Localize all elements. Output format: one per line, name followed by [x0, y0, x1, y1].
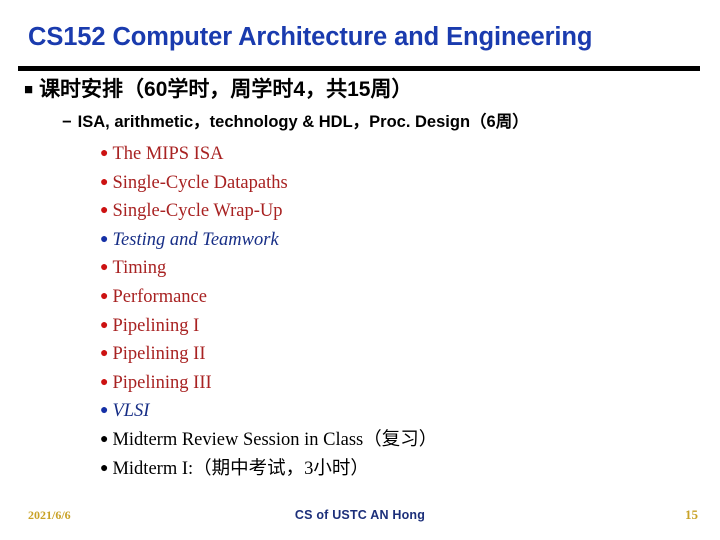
footer-course-label: CS of USTC AN Hong [294, 508, 426, 522]
list-item-label: Pipelining III [112, 372, 212, 393]
outline-level1-item: ■ 课时安排（60学时，周学时4，共15周） [24, 76, 720, 104]
round-bullet-icon: ● [100, 288, 109, 304]
list-item: ● Testing and Teamwork [100, 226, 720, 255]
round-bullet-icon: ● [100, 346, 109, 362]
round-bullet-icon: ● [100, 374, 109, 390]
list-item-label: Performance [112, 286, 207, 307]
list-item-label: Single-Cycle Wrap-Up [112, 201, 283, 222]
list-item: ● Midterm Review Session in Class（复习） [100, 426, 720, 455]
slide-body: ■ 课时安排（60学时，周学时4，共15周） − ISA, arithmetic… [0, 76, 720, 483]
list-item-label: The MIPS ISA [112, 144, 224, 164]
list-item-label: VLSI [112, 401, 150, 422]
list-item-label: Testing and Teamwork [112, 229, 279, 250]
outline-level2-item: − ISA, arithmetic，technology & HDL，Proc.… [62, 110, 720, 134]
list-item: ● Pipelining II [100, 340, 720, 369]
list-item-label: Timing [112, 258, 167, 279]
outline-level2-label: ISA, arithmetic，technology & HDL，Proc. D… [77, 113, 529, 131]
list-item: ● VLSI [100, 397, 720, 426]
round-bullet-icon: ● [100, 146, 109, 161]
list-item: ● Pipelining III [100, 369, 720, 398]
list-item-label: Midterm Review Session in Class（复习） [112, 429, 438, 450]
list-item: ● Midterm I:（期中考试，3小时） [100, 455, 720, 484]
round-bullet-icon: ● [100, 431, 109, 447]
list-item: ● Performance [100, 283, 720, 312]
list-item: ● Timing [100, 254, 720, 283]
footer-page-number: 15 [685, 507, 698, 522]
black-square-bullet-icon: ■ [24, 81, 34, 98]
round-bullet-icon: ● [100, 460, 109, 476]
outline-level1-label: 课时安排（60学时，周学时4，共15周） [39, 78, 413, 101]
list-item: ● The MIPS ISA [100, 140, 720, 169]
page-title: CS152 Computer Architecture and Engineer… [28, 23, 593, 51]
round-bullet-icon: ● [100, 317, 109, 333]
list-item: ● Pipelining I [100, 312, 720, 341]
list-item-label: Midterm I:（期中考试，3小时） [112, 458, 369, 479]
round-bullet-icon: ● [100, 174, 109, 190]
round-bullet-icon: ● [100, 231, 109, 247]
list-item: ● Single-Cycle Datapaths [100, 169, 720, 198]
title-divider [18, 66, 700, 71]
slide-footer: 2021/6/6 CS of USTC AN Hong 15 [0, 496, 720, 540]
outline-item-list: ● The MIPS ISA ● Single-Cycle Datapaths ● Sin… [0, 140, 720, 483]
dash-bullet-icon: − [62, 113, 72, 131]
list-item-label: Single-Cycle Datapaths [112, 172, 288, 193]
list-item-label: Pipelining I [112, 315, 200, 336]
round-bullet-icon: ● [100, 403, 109, 419]
slide: CS152 Computer Architecture and Engineer… [0, 0, 720, 540]
round-bullet-icon: ● [100, 260, 109, 276]
list-item-label: Pipelining II [112, 344, 206, 365]
round-bullet-icon: ● [100, 203, 109, 219]
list-item: ● Single-Cycle Wrap-Up [100, 197, 720, 226]
